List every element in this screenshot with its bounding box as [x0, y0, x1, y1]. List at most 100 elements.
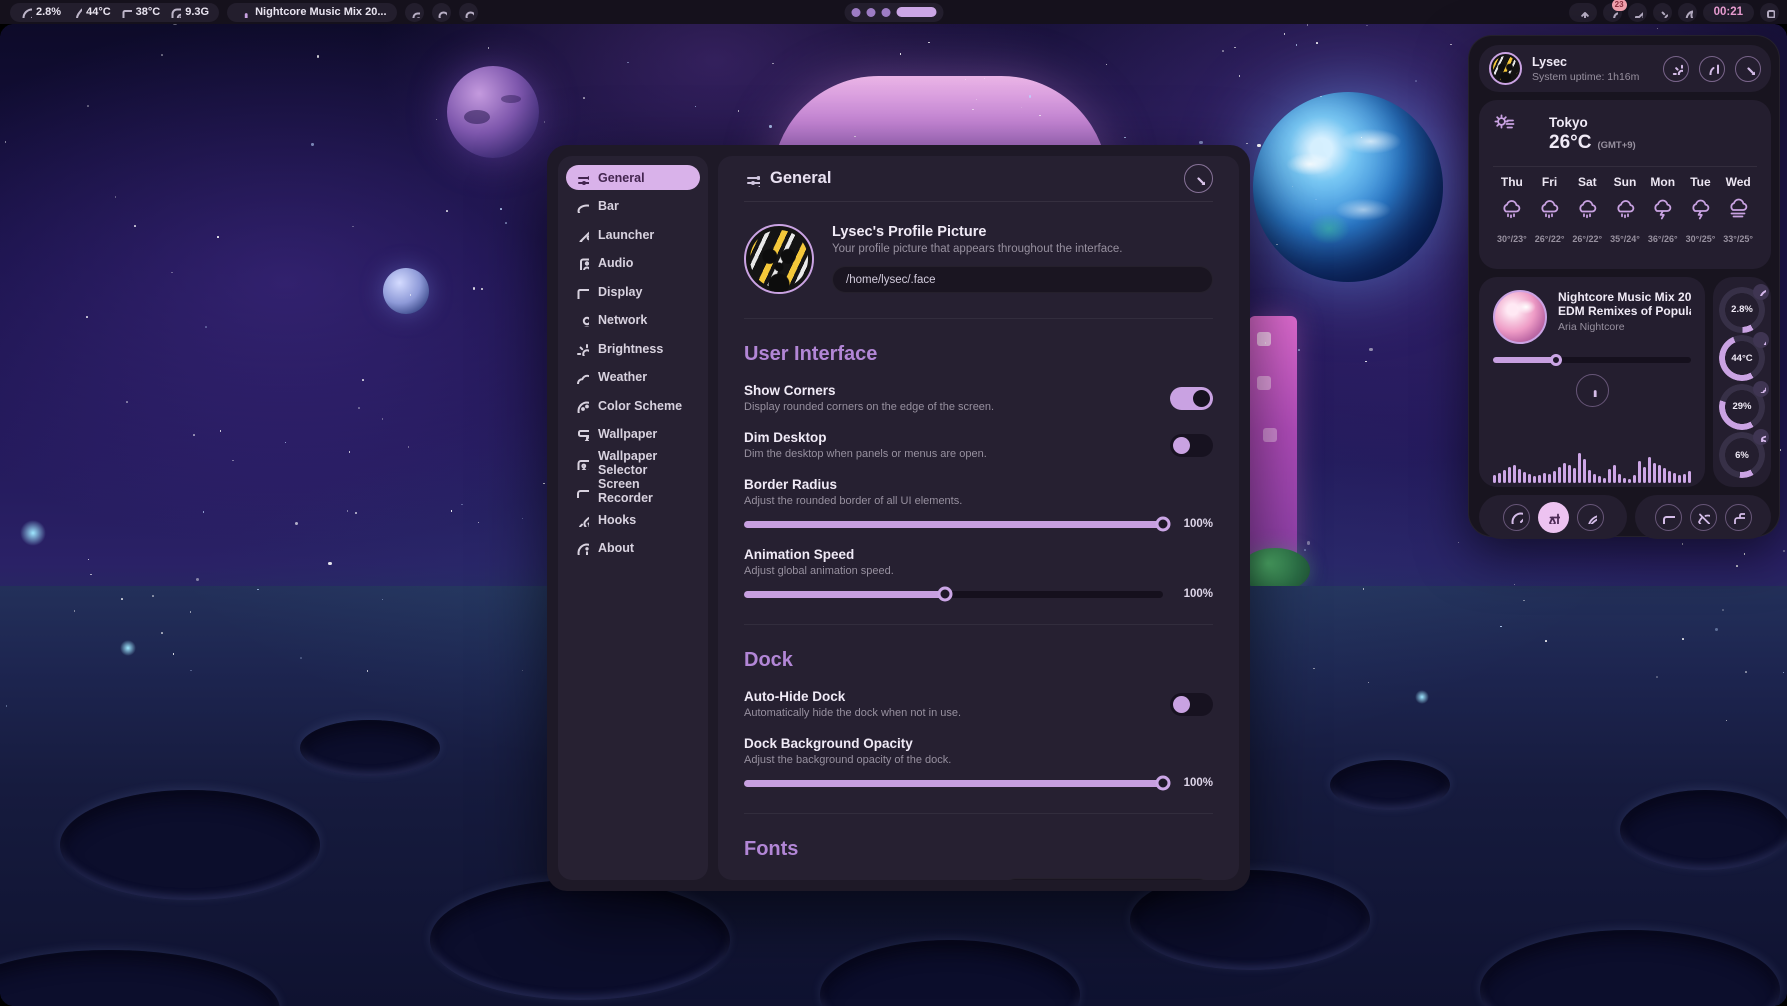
slider-knob[interactable]: [1156, 517, 1171, 532]
settings-content: General Lysec's Profile Picture Your pro…: [718, 156, 1239, 880]
setting-title: Default Font: [744, 878, 938, 880]
avatar[interactable]: [1489, 52, 1522, 85]
close-button[interactable]: [1184, 164, 1213, 193]
net-traffic-button[interactable]: [1569, 3, 1597, 22]
sidebar-item-bar[interactable]: Bar: [566, 194, 700, 219]
pause-button[interactable]: [1576, 374, 1609, 407]
privacy-button[interactable]: [1690, 504, 1717, 531]
content-header: General: [744, 156, 1213, 202]
close-panel-button[interactable]: [1735, 56, 1761, 82]
router-icon: [169, 6, 181, 18]
slider-knob[interactable]: [938, 587, 953, 602]
slider-knob[interactable]: [1550, 354, 1562, 366]
system-stats-pill[interactable]: 2.8% 44°C 38°C 9.3G: [10, 3, 219, 22]
screen-corner: [1773, 992, 1787, 1006]
visualizer-bar: [1563, 463, 1566, 483]
visualizer-bar: [1578, 453, 1581, 483]
sidebar-item-audio[interactable]: Audio: [566, 251, 700, 276]
sidebar-item-general[interactable]: General: [566, 165, 700, 190]
sidebar-item-about[interactable]: About: [566, 536, 700, 561]
performance-profile-button[interactable]: [1503, 504, 1530, 531]
screen-record-button[interactable]: [1655, 504, 1682, 531]
storm-icon: [1650, 197, 1675, 222]
dock-opacity-slider[interactable]: [744, 780, 1163, 787]
auto-hide-dock-toggle[interactable]: [1170, 693, 1213, 716]
screen-corner: [1773, 24, 1787, 38]
slider-fill: [744, 780, 1163, 787]
bot-button[interactable]: [405, 3, 424, 22]
show-corners-toggle[interactable]: [1170, 387, 1213, 410]
night-mode-button[interactable]: [1678, 3, 1697, 22]
balanced-profile-button[interactable]: [1538, 502, 1569, 533]
sidebar-label: Wallpaper Selector: [598, 449, 691, 477]
media-player-pill[interactable]: Nightcore Music Mix 20...: [227, 3, 396, 22]
cloud-icon: [575, 370, 589, 384]
sidebar-item-color-scheme[interactable]: Color Scheme: [566, 393, 700, 418]
sidebar-label: General: [598, 171, 645, 185]
bot-icon: [409, 7, 420, 18]
power-profile-group: [1479, 495, 1627, 539]
settings-button[interactable]: [1663, 56, 1689, 82]
workspace-indicator[interactable]: [844, 3, 943, 22]
sidebar-item-weather[interactable]: Weather: [566, 365, 700, 390]
track-progress-slider[interactable]: [1493, 357, 1691, 363]
power-button[interactable]: [1699, 56, 1725, 82]
screen-corner: [0, 24, 14, 38]
visualizer-bar: [1633, 475, 1636, 483]
fog-icon: [1726, 197, 1751, 222]
disk-gauge: 6%: [1719, 432, 1765, 478]
grid-icon: [1764, 7, 1775, 18]
sidebar-label: Audio: [598, 256, 633, 270]
favorite-button-2[interactable]: [459, 3, 478, 22]
notifications-button[interactable]: 23: [1603, 3, 1622, 22]
rain-icon: [1499, 197, 1524, 222]
gauge-icon: [1509, 510, 1523, 524]
brightness-button[interactable]: [1653, 3, 1672, 22]
sidebar-item-hooks[interactable]: Hooks: [566, 507, 700, 532]
avatar[interactable]: [744, 224, 814, 294]
gpu-temp-stat: 38°C: [120, 6, 161, 18]
bar-icon: [575, 199, 589, 213]
utilities-group: [1635, 495, 1771, 539]
sidebar-item-wallpaper-selector[interactable]: Wallpaper Selector: [566, 450, 700, 475]
default-font-dropdown[interactable]: Roboto ▼: [1001, 878, 1213, 880]
eye-off-icon: [1696, 510, 1710, 524]
workspace-dot[interactable]: [866, 8, 875, 17]
setting-title: Dim Desktop: [744, 430, 987, 445]
visualizer-bar: [1503, 470, 1506, 483]
sidebar-label: Wallpaper: [598, 427, 657, 441]
forecast-day: Sun35°/24°: [1606, 175, 1644, 244]
favorite-button[interactable]: [432, 3, 451, 22]
clock[interactable]: 00:21: [1703, 3, 1754, 22]
sidebar-item-network[interactable]: Network: [566, 308, 700, 333]
workspace-dot[interactable]: [851, 8, 860, 17]
sidebar-item-wallpaper[interactable]: Wallpaper: [566, 422, 700, 447]
network-value: 9.3G: [185, 6, 209, 18]
sidebar-item-display[interactable]: Display: [566, 279, 700, 304]
gear-icon: [1670, 62, 1683, 75]
screenshot-button[interactable]: [1725, 504, 1752, 531]
overview-button[interactable]: [1760, 3, 1779, 22]
close-icon: [1192, 172, 1205, 185]
profile-path-input[interactable]: [832, 266, 1213, 293]
slider-value: 100%: [1175, 588, 1213, 600]
pause-icon: [1586, 384, 1599, 397]
dim-desktop-toggle[interactable]: [1170, 434, 1213, 457]
sidebar-item-launcher[interactable]: Launcher: [566, 222, 700, 247]
image-icon: [575, 456, 589, 470]
sidebar-item-screen-recorder[interactable]: Screen Recorder: [566, 479, 700, 504]
powersave-profile-button[interactable]: [1577, 504, 1604, 531]
volume-button[interactable]: [1628, 3, 1647, 22]
slider-knob[interactable]: [1156, 776, 1171, 791]
workspace-dot[interactable]: [881, 8, 890, 17]
forecast-day: Wed33°/25°: [1719, 175, 1757, 244]
sliders-icon: [575, 171, 589, 185]
forecast-temps: 33°/25°: [1719, 234, 1757, 244]
forecast-day: Thu30°/23°: [1493, 175, 1531, 244]
sidebar-item-brightness[interactable]: Brightness: [566, 336, 700, 361]
animation-speed-slider[interactable]: [744, 591, 1163, 598]
workspace-active[interactable]: [896, 7, 936, 17]
visualizer-bar: [1498, 473, 1501, 483]
border-radius-slider[interactable]: [744, 521, 1163, 528]
settings-sidebar: General Bar Launcher Audio Display Netwo…: [558, 156, 708, 880]
